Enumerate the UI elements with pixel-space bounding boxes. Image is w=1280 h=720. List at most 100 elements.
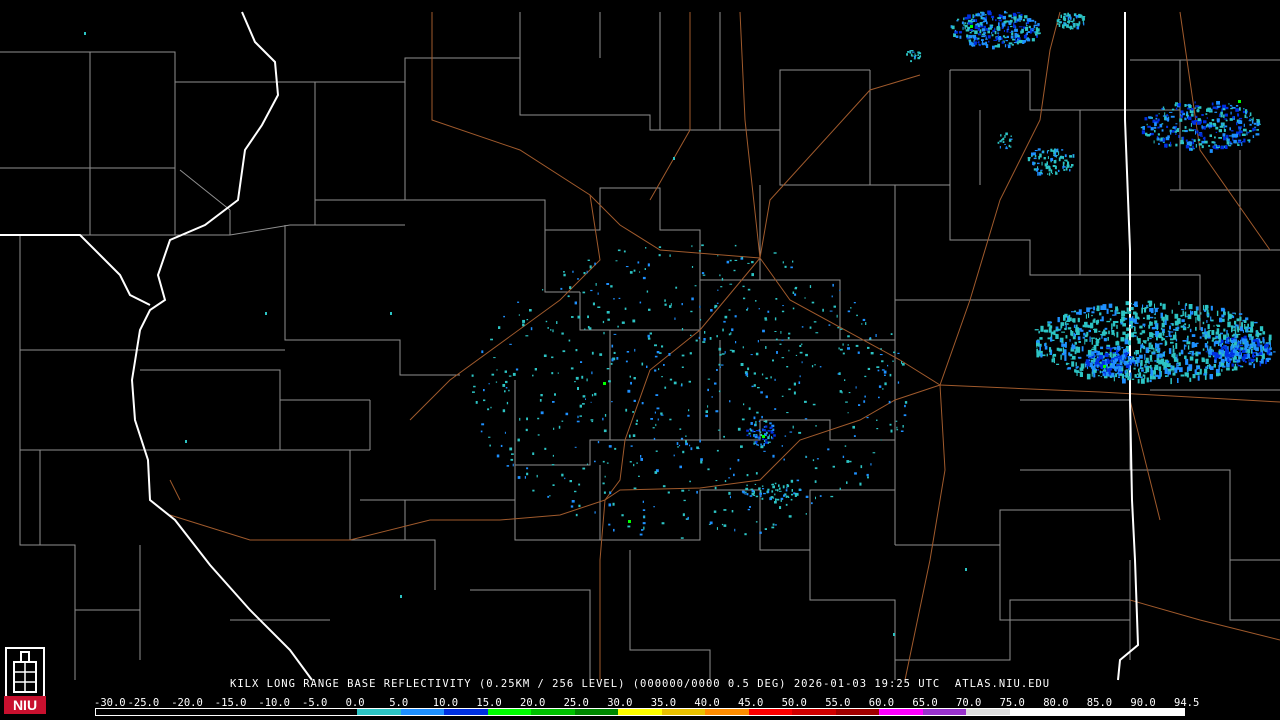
echo-pixel	[770, 376, 772, 379]
echo-pixel	[1220, 115, 1223, 118]
echo-pixel	[1124, 360, 1127, 366]
echo-pixel	[1188, 116, 1192, 120]
echo-pixel	[591, 371, 593, 375]
echo-pixel	[1266, 348, 1268, 353]
scale-swatch	[1140, 709, 1184, 715]
echo-pixel	[1233, 366, 1238, 371]
echo-pixel	[629, 375, 631, 378]
echo-pixel	[1093, 306, 1096, 311]
echo-pixel	[1238, 128, 1241, 130]
echo-pixel	[543, 354, 547, 357]
echo-pixel	[1231, 105, 1233, 107]
echo-pixel	[742, 346, 744, 349]
echo-pixel	[563, 273, 566, 277]
echo-pixel	[1098, 330, 1101, 333]
echo-pixel	[696, 490, 698, 494]
echo-pixel	[811, 502, 813, 505]
echo-pixel	[1208, 335, 1210, 338]
echo-pixel	[681, 366, 684, 368]
echo-pixel	[1184, 323, 1187, 326]
echo-pixel	[750, 422, 753, 425]
echo-pixel	[498, 326, 501, 329]
echo-pixel	[866, 473, 869, 477]
echo-pixel	[900, 430, 904, 432]
echo-pixel	[1231, 133, 1235, 138]
echo-pixel	[1014, 28, 1018, 32]
echo-pixel	[1194, 107, 1197, 109]
echo-pixel	[1183, 344, 1186, 350]
echo-pixel	[782, 261, 784, 264]
echo-pixel	[974, 30, 978, 35]
echo-pixel	[1149, 355, 1153, 361]
echo-pixel	[1109, 347, 1112, 352]
echo-pixel	[1153, 126, 1157, 129]
echo-pixel	[587, 315, 589, 319]
echo-pixel	[547, 327, 549, 329]
echo-pixel	[997, 32, 1000, 34]
echo-pixel	[1203, 305, 1205, 311]
echo-pixel	[1126, 307, 1129, 312]
echo-pixel	[1164, 319, 1167, 325]
echo-pixel	[504, 390, 506, 393]
echo-pixel	[1104, 373, 1106, 376]
echo-pixel	[1200, 327, 1203, 332]
echo-pixel	[986, 21, 988, 25]
echo-pixel	[597, 306, 601, 308]
echo-pixel	[792, 260, 794, 263]
echo-pixel	[893, 351, 896, 354]
echo-pixel	[1222, 359, 1225, 363]
echo-pixel	[998, 19, 1002, 22]
echo-pixel	[1114, 358, 1118, 362]
echo-pixel	[1162, 108, 1165, 110]
echo-pixel	[771, 426, 773, 429]
echo-pixel	[1061, 149, 1064, 151]
echo-pixel	[1024, 15, 1028, 19]
echo-pixel	[1235, 108, 1239, 112]
echo-pixel	[1216, 310, 1219, 316]
echo-pixel	[1158, 355, 1163, 357]
echo-pixel	[509, 343, 512, 345]
echo-pixel	[795, 354, 798, 356]
echo-pixel	[985, 16, 987, 19]
echo-pixel	[1180, 141, 1184, 145]
echo-pixel	[1223, 328, 1226, 332]
echo-pixel	[1171, 323, 1174, 326]
echo-pixel	[1130, 302, 1132, 305]
echo-pixel	[757, 387, 760, 389]
echo-pixel	[812, 459, 815, 462]
echo-pixel	[625, 408, 628, 412]
echo-pixel	[1056, 19, 1060, 23]
echo-pixel	[1232, 315, 1235, 319]
echo-pixel	[581, 375, 584, 379]
echo-pixel	[577, 278, 579, 280]
echo-pixel	[1076, 23, 1079, 26]
echo-pixel	[1226, 362, 1230, 368]
echo-pixel	[1115, 349, 1118, 355]
echo-pixel	[1249, 118, 1252, 121]
echo-pixel	[1068, 352, 1071, 356]
echo-pixel	[773, 434, 776, 437]
echo-pixel	[758, 429, 761, 432]
echo-pixel	[607, 318, 610, 321]
echo-pixel	[673, 454, 675, 457]
echo-pixel	[747, 508, 750, 511]
echo-pixel	[1171, 309, 1173, 314]
echo-pixel	[753, 384, 756, 387]
scale-label: 75.0	[999, 697, 1025, 709]
echo-pixel	[1039, 153, 1042, 158]
echo-pixel	[567, 295, 570, 298]
echo-pixel	[1120, 358, 1122, 360]
echo-pixel	[1004, 134, 1006, 138]
echo-pixel	[741, 418, 745, 421]
echo-pixel	[1124, 370, 1126, 374]
echo-pixel	[1016, 12, 1021, 14]
echo-pixel	[1209, 374, 1213, 380]
echo-pixel	[745, 491, 747, 493]
echo-pixel	[792, 425, 794, 429]
echo-pixel	[1172, 348, 1175, 353]
echo-pixel	[972, 35, 977, 39]
echo-pixel	[1099, 312, 1102, 316]
echo-pixel	[517, 438, 520, 442]
echo-pixel	[1085, 314, 1087, 319]
echo-pixel	[1091, 314, 1093, 317]
